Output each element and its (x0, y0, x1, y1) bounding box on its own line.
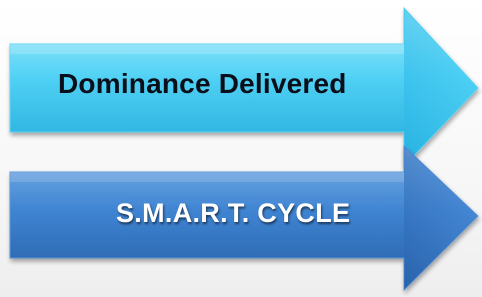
arrow-label-dominance-delivered: Dominance Delivered (58, 68, 347, 99)
process-arrows-diagram: Dominance Delivered S.M.A.R.T. CYCLE (0, 0, 482, 297)
arrow-label-smart-cycle: S.M.A.R.T. CYCLE (116, 198, 351, 228)
arrows-graphic (9, 6, 479, 292)
